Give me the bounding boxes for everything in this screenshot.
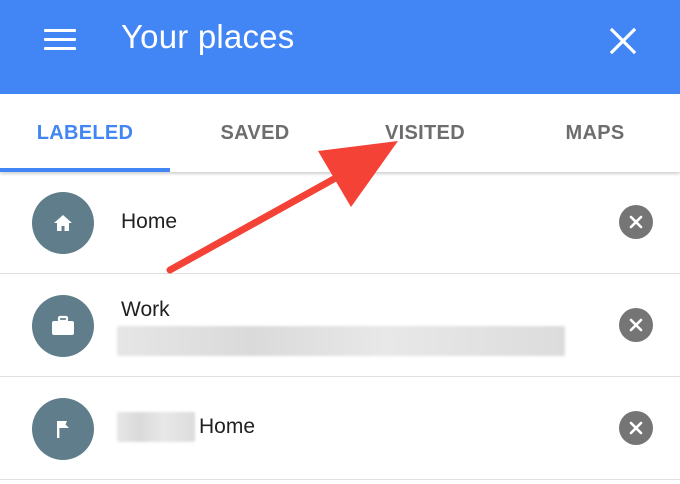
close-icon[interactable] bbox=[603, 21, 643, 61]
tab-label: VISITED bbox=[385, 121, 465, 144]
flag-icon bbox=[32, 398, 94, 460]
place-label: Home bbox=[121, 210, 178, 233]
tab-visited[interactable]: VISITED bbox=[340, 94, 510, 172]
tab-label: SAVED bbox=[220, 121, 290, 144]
tab-maps[interactable]: MAPS bbox=[510, 94, 680, 172]
active-tab-indicator bbox=[0, 168, 170, 172]
app-bar: Your places bbox=[0, 0, 680, 94]
menu-icon[interactable] bbox=[36, 22, 84, 56]
list-item-home[interactable]: Home bbox=[0, 172, 680, 274]
tab-label: MAPS bbox=[565, 121, 625, 144]
list-item-custom-home[interactable]: Home bbox=[0, 377, 680, 480]
briefcase-icon bbox=[32, 295, 94, 357]
tab-labeled[interactable]: LABELED bbox=[0, 94, 170, 172]
page-title: Your places bbox=[121, 18, 295, 55]
home-icon bbox=[32, 192, 94, 254]
tab-bar: LABELED SAVED VISITED MAPS bbox=[0, 94, 680, 172]
place-label: Home bbox=[199, 415, 256, 438]
remove-icon[interactable] bbox=[619, 205, 653, 239]
list-item-work[interactable]: Work bbox=[0, 274, 680, 377]
redacted-address bbox=[117, 326, 565, 356]
redacted-label-prefix bbox=[117, 412, 195, 442]
remove-icon[interactable] bbox=[619, 411, 653, 445]
place-label: Work bbox=[121, 298, 170, 321]
tab-saved[interactable]: SAVED bbox=[170, 94, 340, 172]
remove-icon[interactable] bbox=[619, 308, 653, 342]
tab-label: LABELED bbox=[36, 121, 134, 144]
